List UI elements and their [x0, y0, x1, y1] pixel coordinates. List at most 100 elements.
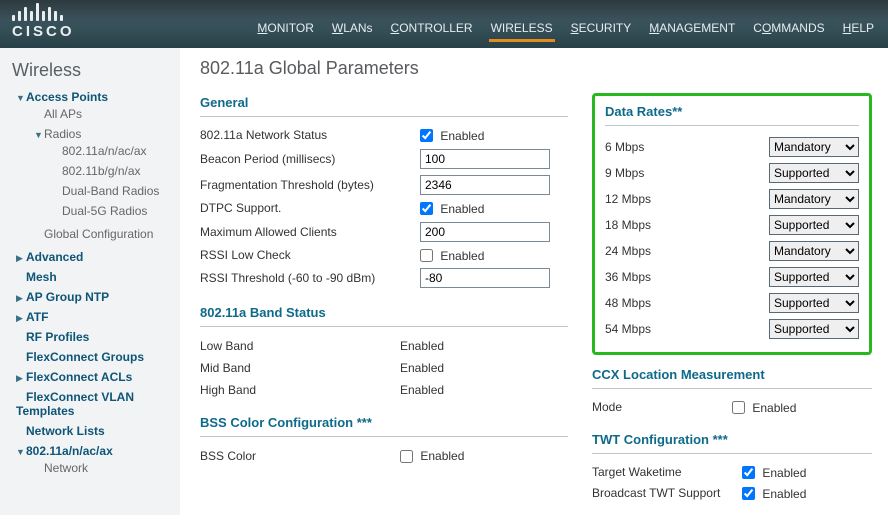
menu-wireless[interactable]: WIRELESS [489, 17, 555, 42]
data-rate-label: 48 Mbps [605, 296, 651, 310]
right-column: Data Rates** 6 Mbps MandatorySupportedDis… [592, 93, 872, 503]
row-rssi-low: RSSI Low Check Enabled [200, 245, 568, 266]
row-beacon: Beacon Period (millisecs) [200, 146, 568, 172]
data-rate-select-9mbps[interactable]: MandatorySupportedDisabled [769, 163, 859, 183]
data-rate-label: 54 Mbps [605, 322, 651, 336]
sidebar-item-rf-profiles[interactable]: RF Profiles [26, 330, 89, 344]
data-rate-select-36mbps[interactable]: MandatorySupportedDisabled [769, 267, 859, 287]
network-status-checkbox[interactable] [420, 129, 433, 142]
section-data-rates-title: Data Rates** [605, 102, 859, 126]
data-rate-row: 24 Mbps MandatorySupportedDisabled [605, 238, 859, 264]
main-menu: MONITOR WLANs CONTROLLER WIRELESS SECURITY MA… [255, 17, 876, 42]
data-rate-select-6mbps[interactable]: MandatorySupportedDisabled [769, 137, 859, 157]
left-column: General 802.11a Network Status Enabled B… [200, 93, 568, 503]
sidebar-item-dual-band-radios[interactable]: Dual-Band Radios [62, 184, 159, 198]
menu-monitor[interactable]: MONITOR [255, 17, 315, 42]
menu-wlans[interactable]: WLANs [330, 17, 375, 42]
data-rates-highlight-box: Data Rates** 6 Mbps MandatorySupportedDis… [592, 93, 872, 355]
data-rate-row: 36 Mbps MandatorySupportedDisabled [605, 264, 859, 290]
ccx-mode-checkbox[interactable] [732, 401, 745, 414]
sidebar-item-flexconnect-acls[interactable]: FlexConnect ACLs [26, 370, 132, 384]
section-twt-title: TWT Configuration *** [592, 430, 872, 454]
row-low-band: Low BandEnabled [200, 335, 568, 357]
twt-broadcast-checkbox[interactable] [742, 487, 755, 500]
sidebar-item-network[interactable]: Network [44, 461, 88, 475]
row-rssi-threshold: RSSI Threshold (-60 to -90 dBm) [200, 265, 568, 291]
data-rate-select-48mbps[interactable]: MandatorySupportedDisabled [769, 293, 859, 313]
sidebar-item-network-lists[interactable]: Network Lists [26, 424, 105, 438]
expander-icon[interactable]: ▼ [16, 93, 26, 103]
fragmentation-input[interactable] [420, 175, 550, 195]
row-twt-target: Target Waketime Enabled [592, 462, 872, 483]
menu-management[interactable]: MANAGEMENT [647, 17, 737, 42]
content: 802.11a Global Parameters General 802.11… [180, 48, 888, 515]
data-rate-label: 36 Mbps [605, 270, 651, 284]
sidebar-item-flexconnect-vlan-templates[interactable]: FlexConnect VLAN Templates [16, 390, 134, 418]
data-rate-select-54mbps[interactable]: MandatorySupportedDisabled [769, 319, 859, 339]
sidebar-item-advanced[interactable]: Advanced [26, 250, 83, 264]
expander-icon: ▶ [16, 313, 26, 324]
menu-security[interactable]: SECURITY [569, 17, 634, 42]
sidebar-tree: ▼Access PointsAll APs▼Radios802.11a/n/ac… [4, 87, 176, 481]
topbar: CISCO MONITOR WLANs CONTROLLER WIRELESS SECU… [0, 0, 888, 48]
page-title: 802.11a Global Parameters [200, 56, 872, 93]
data-rate-row: 48 Mbps MandatorySupportedDisabled [605, 290, 859, 316]
sidebar-item-802-11b-g-n-ax[interactable]: 802.11b/g/n/ax [62, 164, 141, 178]
data-rate-row: 18 Mbps MandatorySupportedDisabled [605, 212, 859, 238]
sidebar-item-flexconnect-groups[interactable]: FlexConnect Groups [26, 350, 144, 364]
sidebar-title: Wireless [4, 56, 176, 87]
sidebar-item-access-points[interactable]: Access Points [26, 90, 108, 104]
sidebar-item-802-11a-n-ac-ax[interactable]: 802.11a/n/ac/ax [62, 144, 147, 158]
sidebar-item-global-configuration[interactable]: Global Configuration [44, 227, 153, 241]
data-rate-label: 6 Mbps [605, 140, 644, 154]
data-rate-label: 18 Mbps [605, 218, 651, 232]
cisco-bars-icon [12, 3, 63, 21]
main-container: Wireless ▼Access PointsAll APs▼Radios802… [0, 48, 888, 515]
row-twt-broadcast: Broadcast TWT Support Enabled [592, 483, 872, 504]
sidebar-item-radios[interactable]: Radios [44, 127, 81, 141]
twt-target-checkbox[interactable] [742, 466, 755, 479]
data-rate-row: 9 Mbps MandatorySupportedDisabled [605, 160, 859, 186]
menu-help[interactable]: HELP [841, 17, 876, 42]
data-rate-row: 54 Mbps MandatorySupportedDisabled [605, 316, 859, 342]
row-high-band: High BandEnabled [200, 379, 568, 401]
row-fragmentation: Fragmentation Threshold (bytes) [200, 172, 568, 198]
sidebar-item-ap-group-ntp[interactable]: AP Group NTP [26, 290, 109, 304]
rssi-low-checkbox[interactable] [420, 249, 433, 262]
data-rate-row: 12 Mbps MandatorySupportedDisabled [605, 186, 859, 212]
data-rate-label: 9 Mbps [605, 166, 644, 180]
expander-icon[interactable]: ▼ [16, 447, 26, 457]
sidebar-item-atf[interactable]: ATF [26, 310, 48, 324]
row-mid-band: Mid BandEnabled [200, 357, 568, 379]
rssi-threshold-input[interactable] [420, 268, 550, 288]
data-rate-select-18mbps[interactable]: MandatorySupportedDisabled [769, 215, 859, 235]
sidebar-item-dual-5g-radios[interactable]: Dual-5G Radios [62, 204, 147, 218]
data-rate-select-24mbps[interactable]: MandatorySupportedDisabled [769, 241, 859, 261]
sidebar-item-802-11a-n-ac-ax[interactable]: 802.11a/n/ac/ax [26, 444, 113, 458]
brand-logo: CISCO [12, 3, 75, 42]
section-general-title: General [200, 93, 568, 117]
beacon-input[interactable] [420, 149, 550, 169]
brand-name: CISCO [12, 23, 75, 40]
menu-controller[interactable]: CONTROLLER [389, 17, 475, 42]
row-max-clients: Maximum Allowed Clients [200, 219, 568, 245]
row-ccx-mode: Mode Enabled [592, 397, 872, 418]
sidebar-item-mesh[interactable]: Mesh [26, 270, 57, 284]
dtpc-checkbox[interactable] [420, 202, 433, 215]
data-rate-select-12mbps[interactable]: MandatorySupportedDisabled [769, 189, 859, 209]
menu-commands[interactable]: COMMANDS [751, 17, 826, 42]
max-clients-input[interactable] [420, 222, 550, 242]
section-band-title: 802.11a Band Status [200, 303, 568, 327]
row-bss-color: BSS Color Enabled [200, 445, 568, 466]
row-dtpc: DTPC Support. Enabled [200, 198, 568, 219]
sidebar: Wireless ▼Access PointsAll APs▼Radios802… [0, 48, 180, 515]
expander-icon: ▶ [16, 293, 26, 304]
data-rate-label: 12 Mbps [605, 192, 651, 206]
section-bss-title: BSS Color Configuration *** [200, 413, 568, 437]
expander-icon[interactable]: ▼ [34, 130, 44, 140]
row-network-status: 802.11a Network Status Enabled [200, 125, 568, 146]
sidebar-item-all-aps[interactable]: All APs [44, 107, 82, 121]
bss-color-checkbox[interactable] [400, 450, 413, 463]
data-rate-label: 24 Mbps [605, 244, 651, 258]
expander-icon: ▶ [16, 253, 26, 264]
